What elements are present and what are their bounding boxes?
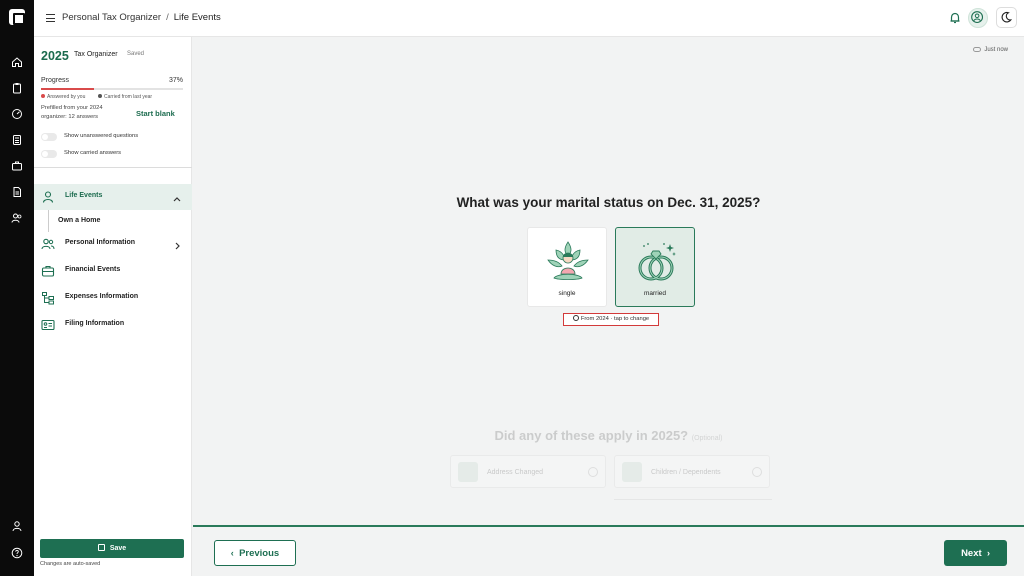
users-icon [41,237,55,251]
tree-icon [41,291,55,305]
sidebar-divider [34,167,192,168]
app-rail [0,0,34,576]
address-icon [458,462,478,482]
chevron-up-icon[interactable] [172,191,182,202]
bell-icon[interactable] [947,10,963,26]
sidebar-item-expenses-information[interactable]: Expenses Information [34,285,192,311]
progress-label: Progress [41,77,70,84]
main-content: Just now What was your marital status on… [193,37,1024,525]
breadcrumb: Personal Tax Organizer / Life Events [62,12,221,23]
option-card-single[interactable]: single [527,227,607,307]
submenu-line [48,210,49,232]
event-card-partial [614,499,772,509]
sidebar-item-life-events[interactable]: Life Events [34,184,192,210]
moon-icon[interactable] [996,7,1017,28]
top-bar: Personal Tax Organizer / Life Events [34,0,1024,37]
save-button[interactable]: Save [40,539,184,558]
chevron-right-icon[interactable] [172,238,182,250]
breadcrumb-life-events: Life Events [173,12,221,23]
id-card-icon [41,318,55,332]
autosave-note: Changes are auto-saved [40,561,101,567]
logo-icon[interactable] [9,9,25,25]
option-label: married [643,290,667,297]
progress-fill [41,88,94,90]
event-card-address-changed[interactable]: Address Changed [450,455,606,488]
sidebar: 2025 Tax Organizer Saved Progress 37% An… [34,37,192,576]
briefcase-icon [41,264,55,278]
footer-bar: ‹ Previous Next › [193,525,1024,576]
toggle-carried[interactable] [41,150,57,158]
document-icon[interactable] [11,186,23,198]
question-title: What was your marital status on Dec. 31,… [456,195,761,210]
event-label: Address Changed [487,469,544,476]
toggle-unanswered-label: Show unanswered questions [64,133,139,139]
chevron-right-icon: › [986,548,990,558]
option-card-married[interactable]: married [615,227,695,307]
organizer-label: Tax Organizer [74,51,118,58]
sidebar-item-label: Personal Information [65,239,136,246]
legend-carried: Carried from last year [98,94,152,100]
progress-value: 37% [169,77,184,84]
history-icon [572,315,579,321]
chevron-left-icon: ‹ [230,548,234,558]
cloud-icon [973,47,982,52]
users-icon[interactable] [11,212,23,224]
person-meditating-icon [544,238,592,286]
user-icon [41,190,55,204]
prefilled-note: Prefilled from your 2024 organizer: 12 a… [41,105,103,120]
start-blank-link[interactable]: Start blank [136,109,175,118]
legend-answered: Answered by you [41,94,85,100]
sidebar-item-label: Expenses Information [65,293,139,300]
sidebar-item-label: Life Events [65,192,103,199]
sidebar-item-financial-events[interactable]: Financial Events [34,258,192,284]
user-icon[interactable] [11,520,23,532]
saved-status: Saved [127,51,145,57]
toggle-carried-label: Show carried answers [64,150,122,156]
option-label: single [558,290,576,297]
clipboard-icon[interactable] [11,82,23,94]
event-label: Children / Dependents [651,469,721,476]
sidebar-item-label: Filing Information [65,320,125,327]
event-radio[interactable] [752,467,762,477]
sidebar-item-label: Financial Events [65,266,121,273]
sync-status: Just now [973,47,1008,53]
progress-bar [41,88,183,90]
prefill-source-tag[interactable]: From 2024 · tap to change [563,313,659,326]
event-radio[interactable] [588,467,598,477]
calculator-icon[interactable] [11,134,23,146]
family-icon [622,462,642,482]
breadcrumb-organizer[interactable]: Personal Tax Organizer [62,12,161,23]
menu-icon[interactable] [46,12,57,24]
sidebar-subitem-own-a-home[interactable]: Own a Home [58,217,100,224]
tax-year: 2025 [41,49,69,63]
event-card-children-dependents[interactable]: Children / Dependents [614,455,770,488]
help-icon[interactable] [11,547,23,559]
briefcase-icon[interactable] [11,160,23,172]
toggle-unanswered[interactable] [41,133,57,141]
question2-title: Did any of these apply in 2025? (Optiona… [494,428,723,443]
sidebar-item-filing-information[interactable]: Filing Information [34,312,192,338]
previous-button[interactable]: ‹ Previous [214,540,296,566]
user-circle-icon[interactable] [968,8,988,28]
wedding-rings-icon [632,238,680,286]
home-icon[interactable] [11,56,23,68]
sidebar-item-personal-information[interactable]: Personal Information [34,231,192,257]
save-icon [97,544,105,551]
next-button[interactable]: Next › [944,540,1007,566]
gauge-icon[interactable] [11,108,23,120]
